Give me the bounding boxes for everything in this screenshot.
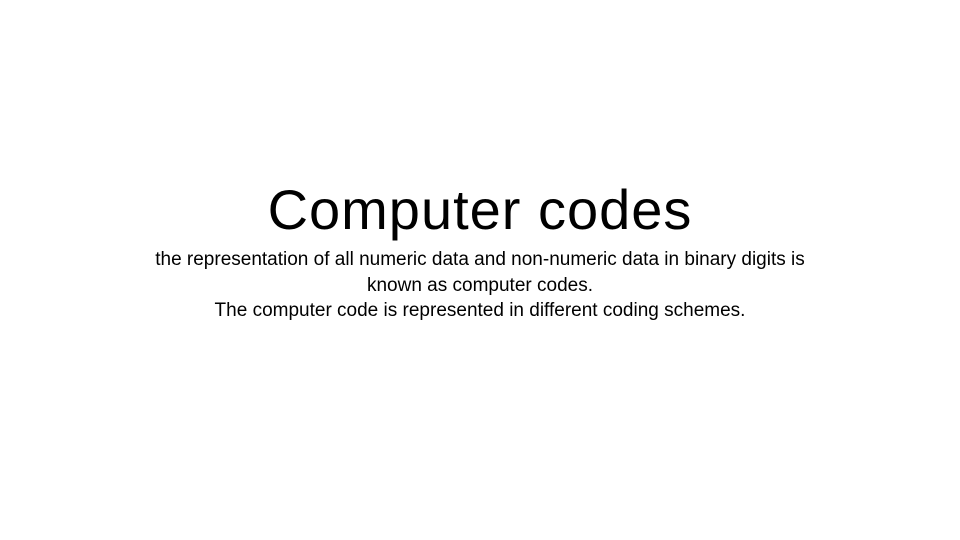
body-line-3: The computer code is represented in diff… bbox=[110, 298, 850, 324]
slide-body: the representation of all numeric data a… bbox=[110, 247, 850, 324]
body-line-1: the representation of all numeric data a… bbox=[110, 247, 850, 273]
body-line-2: known as computer codes. bbox=[110, 273, 850, 299]
slide-title: Computer codes bbox=[80, 176, 880, 243]
slide-content: Computer codes the representation of all… bbox=[80, 176, 880, 324]
